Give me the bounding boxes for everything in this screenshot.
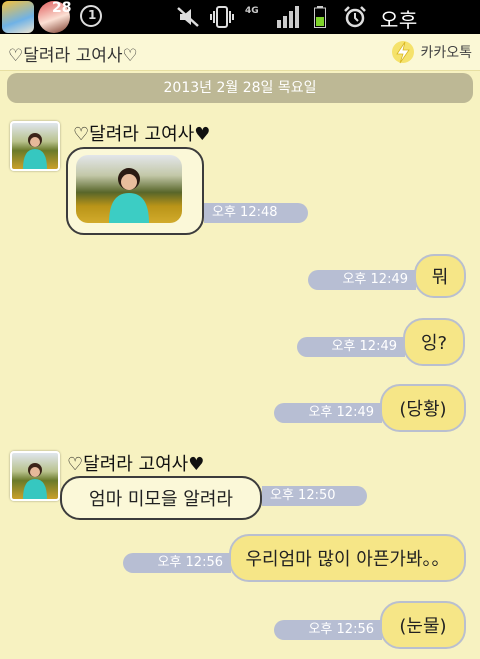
- kakao-lightning-icon: [392, 41, 415, 64]
- timestamp: 오후 12:56: [274, 620, 382, 640]
- chat-header: ♡달려라 고여사♡ 카카오톡: [0, 34, 480, 71]
- photo-message[interactable]: [66, 147, 204, 235]
- battery-icon: [314, 6, 326, 28]
- timestamp: 오후 12:49: [297, 337, 405, 357]
- vibrate-icon: [210, 6, 234, 28]
- my-message-bubble[interactable]: 우리엄마 많이 아픈가봐。。: [229, 534, 466, 582]
- avatar[interactable]: [10, 121, 60, 171]
- timestamp: 오후 12:48: [204, 203, 308, 223]
- timestamp: 오후 12:49: [308, 270, 416, 290]
- my-message-bubble[interactable]: (눈물): [380, 601, 466, 649]
- alarm-icon: [344, 6, 366, 28]
- avatar[interactable]: [10, 451, 60, 501]
- my-message-bubble[interactable]: 뭐: [414, 254, 466, 298]
- my-message-bubble[interactable]: 잉?: [403, 318, 465, 366]
- sync-icon: 1: [80, 5, 102, 27]
- status-bar: 28 1 4G 오후 10:03: [0, 0, 480, 57]
- kakao-talk-label: 카카오톡: [420, 45, 472, 61]
- signal-icon: [277, 6, 299, 28]
- app-icon: [2, 1, 34, 33]
- timestamp: 오후 12:50: [262, 486, 367, 506]
- timestamp: 오후 12:56: [123, 553, 231, 573]
- photo-thumbnail[interactable]: [76, 155, 182, 223]
- kakao-talk-button[interactable]: 카카오톡: [390, 39, 472, 65]
- date-divider: 2013년 2월 28일 목요일: [7, 73, 473, 103]
- timestamp: 오후 12:49: [274, 403, 382, 423]
- sender-name: ♡달려라 고여사♥: [73, 124, 211, 145]
- notification-count: 28: [52, 0, 72, 16]
- mute-icon: [177, 7, 199, 27]
- network-type: 4G: [245, 6, 259, 16]
- their-message-bubble[interactable]: 엄마 미모을 알려라: [60, 476, 262, 520]
- chat-title: ♡달려라 고여사♡: [8, 46, 138, 66]
- my-message-bubble[interactable]: (당황): [380, 384, 466, 432]
- sender-name: ♡달려라 고여사♥: [67, 454, 205, 475]
